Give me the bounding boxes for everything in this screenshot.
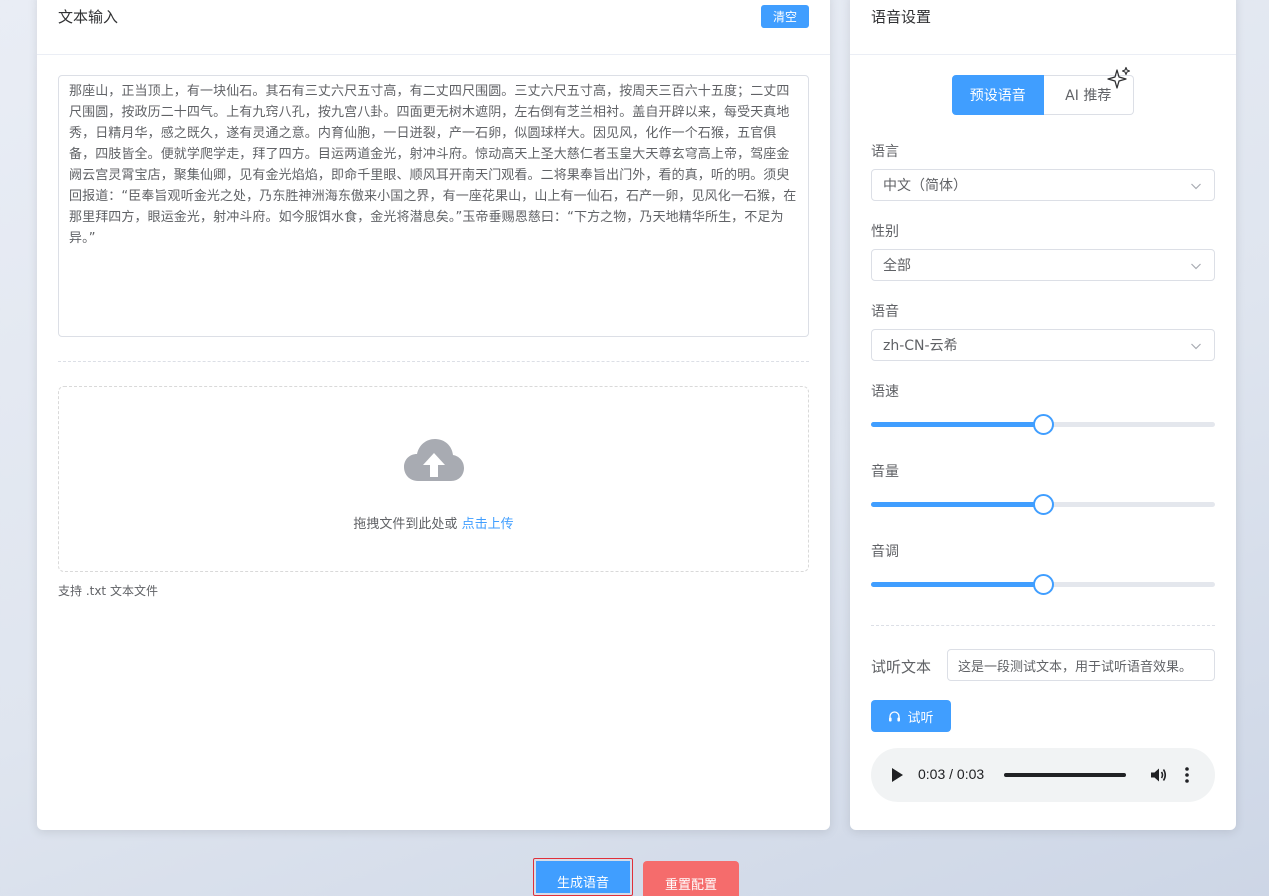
pitch-slider[interactable]: [871, 574, 1215, 595]
voice-settings-title: 语音设置: [871, 8, 932, 26]
preview-text-label: 试听文本: [871, 658, 932, 676]
voice-value: zh-CN-云希: [883, 338, 958, 354]
upload-dropzone[interactable]: 拖拽文件到此处或 点击上传: [58, 386, 809, 572]
speed-label: 语速: [871, 384, 899, 400]
text-input-card: 文本输入 清空 那座山，正当顶上，有一块仙石。其石有三丈六尺五寸高，有二丈四尺围…: [37, 0, 830, 830]
play-icon[interactable]: [890, 767, 904, 783]
generate-button-focus-ring: 生成语音: [533, 858, 633, 896]
listen-button[interactable]: 试听: [871, 700, 951, 732]
gender-select[interactable]: 全部: [871, 249, 1215, 281]
voice-settings-card: 语音设置 预设语音 AI 推荐 语言 中文（简体） 性别 全部 语音 zh-CN…: [850, 0, 1236, 830]
volume-label: 音量: [871, 464, 899, 480]
clear-button[interactable]: 清空: [761, 5, 809, 28]
language-select[interactable]: 中文（简体）: [871, 169, 1215, 201]
pitch-label: 音调: [871, 544, 899, 560]
text-input-header: 文本输入 清空: [37, 0, 830, 55]
audio-time: 0:03 / 0:03: [918, 766, 985, 782]
gender-label: 性别: [871, 224, 899, 240]
speed-slider[interactable]: [871, 414, 1215, 435]
sparkle-icon: [1107, 66, 1131, 89]
slider-thumb[interactable]: [1033, 494, 1054, 515]
reset-button[interactable]: 重置配置: [643, 861, 739, 896]
upload-link[interactable]: 点击上传: [462, 517, 514, 532]
slider-thumb[interactable]: [1033, 414, 1054, 435]
language-value: 中文（简体）: [883, 178, 967, 194]
preview-text-input[interactable]: 这是一段测试文本，用于试听语音效果。: [947, 649, 1215, 681]
upload-prompt: 拖拽文件到此处或: [353, 517, 458, 532]
slider-fill: [871, 502, 1043, 507]
gender-value: 全部: [883, 258, 911, 274]
chevron-down-icon: [1191, 343, 1201, 350]
generate-button[interactable]: 生成语音: [536, 861, 630, 893]
chevron-down-icon: [1191, 263, 1201, 270]
language-label: 语言: [871, 144, 899, 160]
more-options-icon[interactable]: [1184, 766, 1190, 784]
slider-fill: [871, 422, 1043, 427]
divider: [871, 625, 1215, 626]
volume-icon[interactable]: [1149, 766, 1167, 784]
chevron-down-icon: [1191, 183, 1201, 190]
slider-fill: [871, 582, 1043, 587]
volume-slider[interactable]: [871, 494, 1215, 515]
slider-thumb[interactable]: [1033, 574, 1054, 595]
reset-label: 重置配置: [664, 877, 717, 893]
cloud-upload-icon: [404, 439, 464, 481]
audio-player: 0:03 / 0:03: [871, 748, 1215, 802]
voice-settings-header: 语音设置: [850, 0, 1236, 55]
voice-select[interactable]: zh-CN-云希: [871, 329, 1215, 361]
tab-preset-voice[interactable]: 预设语音: [952, 75, 1044, 115]
headphones-icon: [889, 710, 901, 721]
upload-tip: 支持 .txt 文本文件: [58, 584, 158, 598]
audio-progress-bar[interactable]: [1004, 773, 1126, 777]
voice-label: 语音: [871, 304, 899, 320]
divider: [58, 361, 809, 362]
listen-label: 试听: [907, 710, 934, 726]
text-input-textarea[interactable]: 那座山，正当顶上，有一块仙石。其石有三丈六尺五寸高，有二丈四尺围圆。三丈六尺五寸…: [58, 75, 809, 337]
upload-text: 拖拽文件到此处或 点击上传: [59, 513, 808, 532]
text-input-title: 文本输入: [58, 8, 119, 26]
